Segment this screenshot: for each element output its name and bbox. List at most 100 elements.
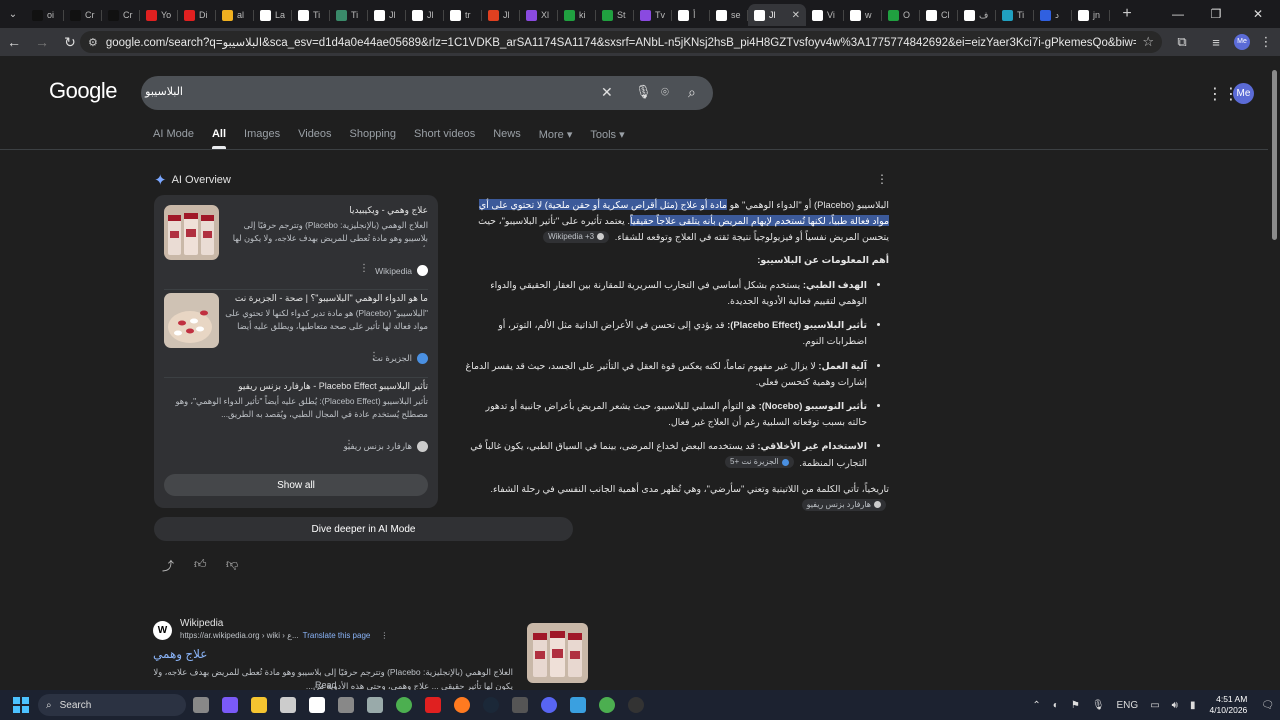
profile-avatar-icon[interactable]: Me <box>1230 28 1254 56</box>
translate-link[interactable]: Translate this page <box>303 631 371 640</box>
tab[interactable]: Vi <box>806 4 844 26</box>
tab[interactable]: Ti <box>292 4 330 26</box>
tab[interactable]: tr <box>444 4 482 26</box>
tab[interactable]: ki <box>558 4 596 26</box>
tab[interactable]: Cr <box>102 4 140 26</box>
tab[interactable]: Ti <box>996 4 1034 26</box>
tab[interactable]: Tv <box>634 4 672 26</box>
new-tab-button[interactable]: + <box>1114 5 1140 23</box>
source-chip[interactable]: Wikipedia +3 <box>543 230 610 243</box>
source-title[interactable]: علاج وهمي - ويكيبيديا <box>228 205 428 216</box>
thumbs-up-icon[interactable]: 👍︎ <box>194 557 207 572</box>
notification-icon[interactable]: 🗨︎ <box>1261 700 1274 711</box>
tab[interactable]: O <box>882 4 920 26</box>
windows-start-icon[interactable] <box>13 697 29 713</box>
tab[interactable]: oi <box>26 4 64 26</box>
volume-icon[interactable]: 🔊︎ <box>1172 700 1178 711</box>
bookmark-star-icon[interactable]: ☆ <box>1142 34 1154 50</box>
tray-chevron-icon[interactable]: ⌃ <box>1032 700 1040 711</box>
clock[interactable]: 4:51 AM 4/10/2026 <box>1209 694 1247 716</box>
tab[interactable]: د <box>1034 4 1072 26</box>
source-chip[interactable]: الجزيرة نت +5 <box>725 456 794 469</box>
back-icon[interactable]: ← <box>0 28 28 56</box>
search-tab-all[interactable]: All <box>211 128 227 149</box>
tab[interactable]: La <box>254 4 292 26</box>
share-icon[interactable]: ⤴ <box>162 557 174 574</box>
network-icon[interactable]: ▭ <box>1150 700 1159 711</box>
source-menu-icon[interactable]: ⋮ <box>369 351 379 362</box>
tab[interactable]: Cr <box>64 4 102 26</box>
site-info-icon[interactable]: ⚙ <box>88 36 98 49</box>
photos-icon[interactable] <box>570 697 586 713</box>
tab[interactable]: Ti <box>330 4 368 26</box>
url-text[interactable]: google.com/search?q=البلاسيبو&sca_esv=d1… <box>106 35 1136 49</box>
ai-overview-more-icon[interactable]: ⋮ <box>876 172 888 186</box>
tab[interactable]: ف <box>958 4 996 26</box>
search-tab-ai-mode[interactable]: AI Mode <box>153 128 194 149</box>
app-icon[interactable] <box>309 697 325 713</box>
thumbs-down-icon[interactable]: 👎︎ <box>226 557 238 572</box>
microphone-icon[interactable]: 🎙︎ <box>1092 700 1105 711</box>
maximize-icon[interactable]: ❐ <box>1198 0 1234 28</box>
file-explorer-icon[interactable] <box>251 697 267 713</box>
app-icon[interactable] <box>512 697 528 713</box>
tab[interactable]: Xl <box>520 4 558 26</box>
account-avatar[interactable]: Me <box>1233 83 1254 104</box>
minimize-icon[interactable]: — <box>1160 0 1196 28</box>
discord-icon[interactable] <box>541 697 557 713</box>
result-thumbnail[interactable] <box>527 623 588 683</box>
search-tab-short-videos[interactable]: Short videos <box>414 128 475 149</box>
copilot-icon[interactable] <box>222 697 238 713</box>
browser-menu-icon[interactable]: ⋮ <box>1254 28 1278 56</box>
app-icon[interactable] <box>367 697 383 713</box>
result-url[interactable]: https://ar.wikipedia.org › wiki › ع... Tr… <box>180 631 388 640</box>
language-indicator[interactable]: ENG <box>1117 700 1139 711</box>
scrollbar-thumb[interactable] <box>1272 70 1277 240</box>
close-window-icon[interactable]: ✕ <box>1240 0 1276 28</box>
search-tab-shopping[interactable]: Shopping <box>350 128 397 149</box>
search-input[interactable]: البلاسيبو <box>145 85 183 98</box>
tab[interactable]: Yo <box>140 4 178 26</box>
tab[interactable]: أ <box>672 4 710 26</box>
page-scrollbar[interactable] <box>1269 56 1280 690</box>
google-logo[interactable]: Google <box>49 78 117 104</box>
firefox-icon[interactable] <box>454 697 470 713</box>
ai-source-card[interactable]: تأثير البلاسيبو Placebo Effect - هارفارد… <box>164 381 428 465</box>
result-site-name[interactable]: Wikipedia <box>180 618 223 629</box>
chrome-icon[interactable] <box>396 697 412 713</box>
voice-search-icon[interactable]: 🎙 <box>635 84 652 100</box>
tray-app-icon[interactable]: ◐ <box>1053 700 1059 711</box>
tray-app-icon[interactable]: ⚑ <box>1071 700 1080 711</box>
tab-active[interactable]: Jl ✕ <box>748 4 806 26</box>
source-menu-icon[interactable]: ⋮ <box>359 263 369 274</box>
search-tab-more[interactable]: More ▾ <box>539 128 573 149</box>
dive-deeper-button[interactable]: Dive deeper in AI Mode <box>154 517 573 541</box>
tab[interactable]: Jl <box>406 4 444 26</box>
search-tab-tools[interactable]: Tools ▾ <box>590 128 624 149</box>
media-icon[interactable]: ≡ <box>1204 28 1228 56</box>
source-chip[interactable]: هارفارد بزنس ريفيو <box>801 498 886 511</box>
tab[interactable]: St <box>596 4 634 26</box>
settings-icon[interactable] <box>338 697 354 713</box>
extensions-icon[interactable]: ⧉ <box>1170 28 1194 56</box>
lens-icon[interactable]: ⌾ <box>661 84 669 100</box>
tab[interactable]: w <box>844 4 882 26</box>
tab[interactable]: se <box>710 4 748 26</box>
tab[interactable]: jn <box>1072 4 1110 26</box>
youtube-icon[interactable] <box>425 697 441 713</box>
search-icon[interactable]: ⌕ <box>688 84 696 101</box>
tab-close-icon[interactable]: ✕ <box>792 10 800 21</box>
tab[interactable]: al <box>216 4 254 26</box>
source-title[interactable]: تأثير البلاسيبو Placebo Effect - هارفارد… <box>164 381 428 392</box>
chrome-icon[interactable] <box>599 697 615 713</box>
steam-icon[interactable] <box>483 697 499 713</box>
result-more-icon[interactable]: ⋮ <box>380 631 388 640</box>
clear-icon[interactable]: ✕ <box>601 84 613 101</box>
battery-icon[interactable]: ▮ <box>1190 700 1196 711</box>
tab[interactable]: Jl <box>368 4 406 26</box>
tab[interactable]: Jl <box>482 4 520 26</box>
search-tab-images[interactable]: Images <box>244 128 280 149</box>
search-tab-videos[interactable]: Videos <box>298 128 331 149</box>
result-title[interactable]: علاج وهمي <box>153 647 207 661</box>
store-icon[interactable] <box>280 697 296 713</box>
